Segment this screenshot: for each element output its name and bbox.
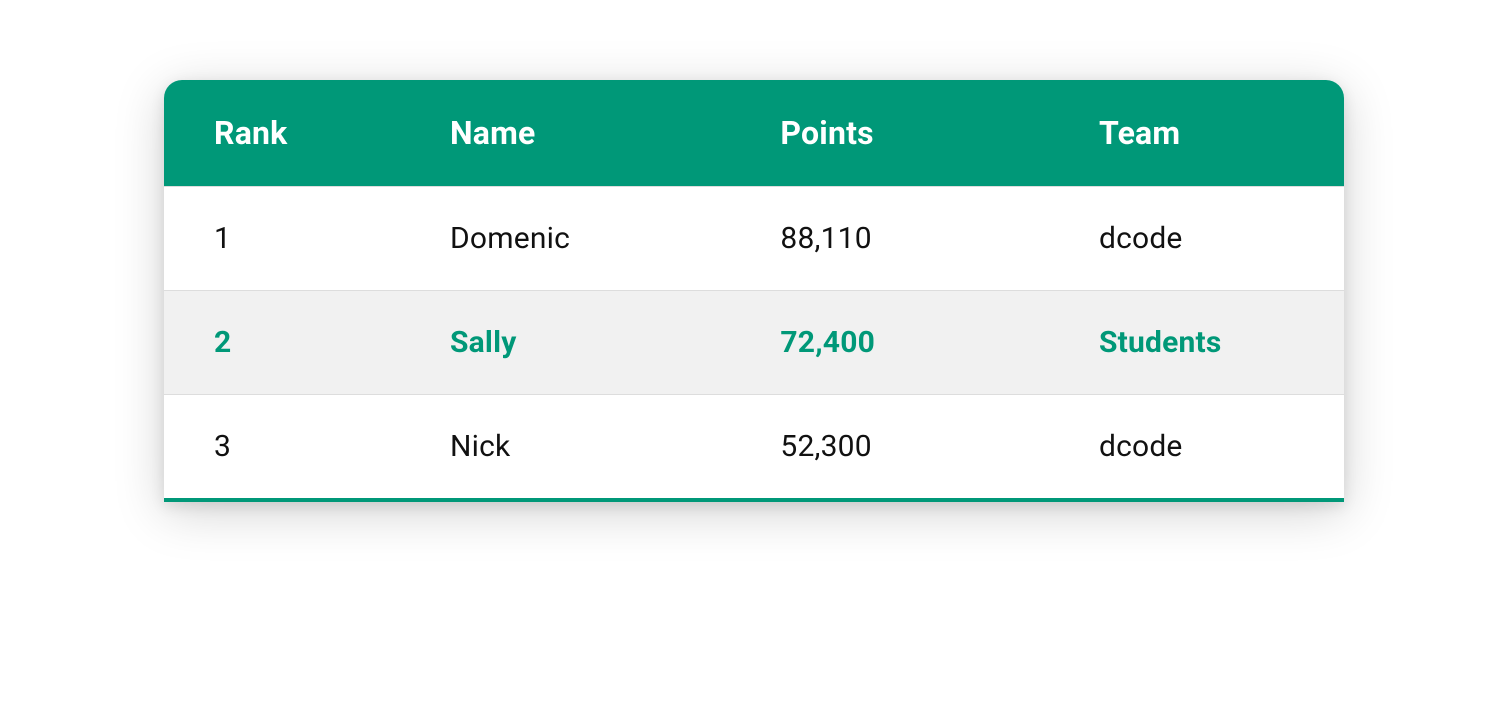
header-team: Team <box>1049 80 1344 187</box>
leaderboard-table-container: Rank Name Points Team 1Domenic88,110dcod… <box>164 80 1344 502</box>
table-body: 1Domenic88,110dcode2Sally72,400Students3… <box>164 187 1344 499</box>
table-row: 2Sally72,400Students <box>164 291 1344 395</box>
cell-points: 52,300 <box>730 395 1049 499</box>
table-row: 3Nick52,300dcode <box>164 395 1344 499</box>
cell-team: dcode <box>1049 395 1344 499</box>
cell-name: Sally <box>400 291 730 395</box>
table-header-row: Rank Name Points Team <box>164 80 1344 187</box>
cell-points: 88,110 <box>730 187 1049 291</box>
cell-rank: 3 <box>164 395 400 499</box>
table-row: 1Domenic88,110dcode <box>164 187 1344 291</box>
cell-rank: 2 <box>164 291 400 395</box>
cell-team: dcode <box>1049 187 1344 291</box>
leaderboard-table: Rank Name Points Team 1Domenic88,110dcod… <box>164 80 1344 498</box>
header-name: Name <box>400 80 730 187</box>
header-rank: Rank <box>164 80 400 187</box>
header-points: Points <box>730 80 1049 187</box>
cell-name: Domenic <box>400 187 730 291</box>
cell-name: Nick <box>400 395 730 499</box>
table-header: Rank Name Points Team <box>164 80 1344 187</box>
cell-team: Students <box>1049 291 1344 395</box>
cell-rank: 1 <box>164 187 400 291</box>
cell-points: 72,400 <box>730 291 1049 395</box>
